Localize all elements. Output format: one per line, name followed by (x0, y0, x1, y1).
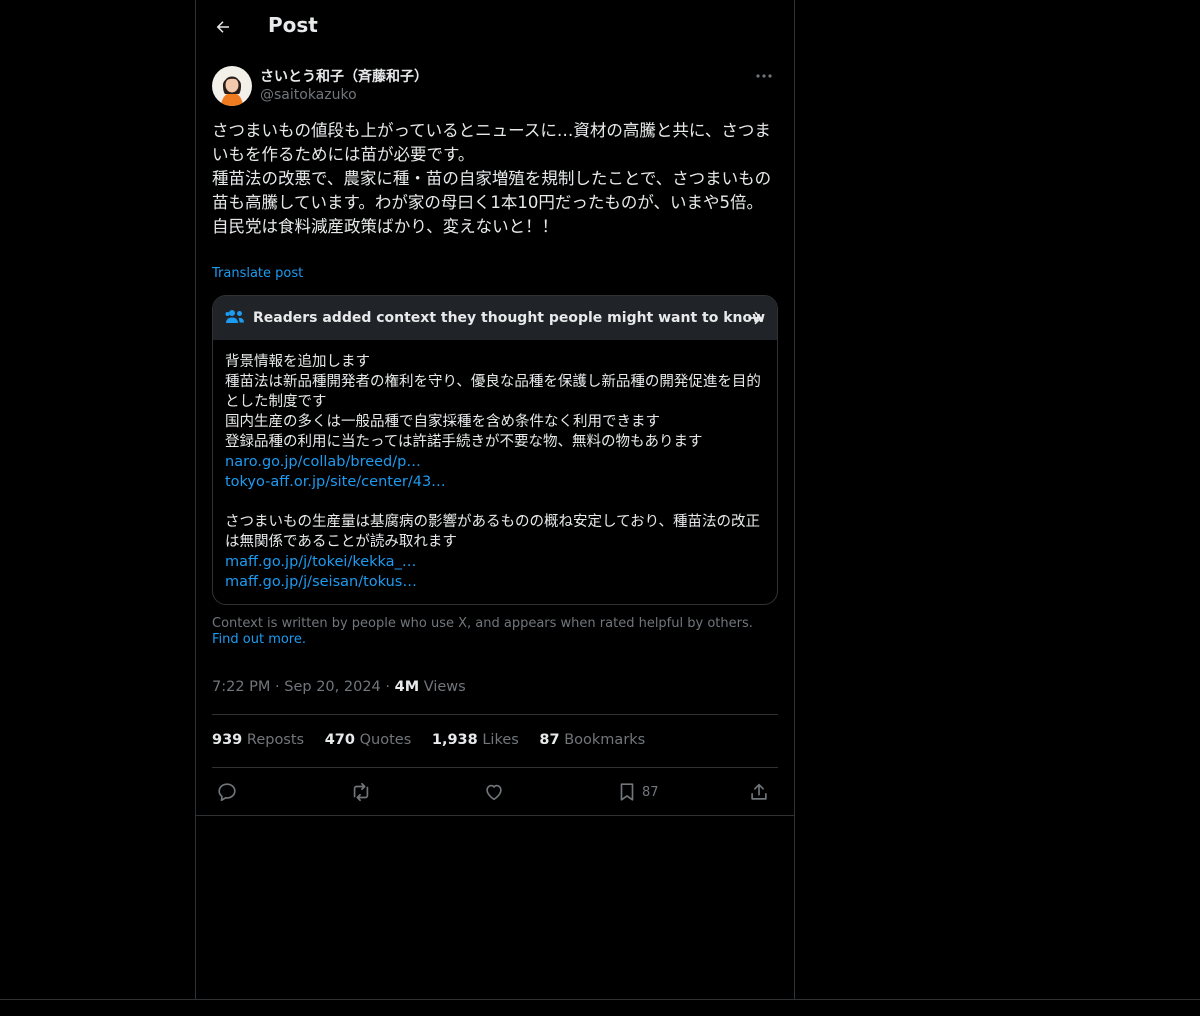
community-note-title: Readers added context they thought peopl… (253, 310, 766, 326)
find-out-more-link[interactable]: Find out more. (212, 632, 306, 647)
bookmarks-label: Bookmarks (564, 732, 646, 748)
reposts-stat[interactable]: 939 Reposts (212, 732, 304, 748)
page-bottom-border (0, 999, 1200, 1000)
community-note: Readers added context they thought peopl… (212, 295, 778, 605)
reply-icon (218, 783, 236, 802)
note-source-link[interactable]: naro.go.jp/collab/breed/p… (225, 452, 770, 472)
share-button[interactable] (748, 780, 770, 804)
note-line: 国内生産の多くは一般品種で自家採種を含め条件なく利用できます (225, 414, 660, 430)
action-bar: 87 (212, 776, 778, 808)
views-count: 4M (394, 679, 420, 695)
reposts-count: 939 (212, 732, 243, 748)
divider (196, 815, 794, 816)
note-line: 背景情報を追加します (225, 354, 370, 370)
engagement-stats: 939 Reposts 470 Quotes 1,938 Likes 87 Bo… (212, 732, 661, 748)
reply-button[interactable] (216, 780, 238, 804)
username-handle[interactable]: @saitokazuko (260, 87, 357, 103)
more-options-button[interactable] (750, 66, 778, 86)
community-note-body: 背景情報を追加します 種苗法は新品種開発者の権利を守り、優良な品種を保護し新品種… (225, 352, 770, 592)
views-label: Views (423, 679, 466, 695)
like-button[interactable] (483, 780, 505, 804)
note-source-link[interactable]: maff.go.jp/j/seisan/tokus… (225, 572, 770, 592)
post-time[interactable]: 7:22 PM (212, 679, 270, 695)
more-horizontal-icon (756, 74, 772, 78)
share-icon (751, 783, 767, 800)
likes-stat[interactable]: 1,938 Likes (432, 732, 519, 748)
back-button[interactable] (208, 12, 238, 42)
quotes-label: Quotes (359, 732, 412, 748)
note-line: さつまいもの生産量は基腐病の影響があるものの概ね安定しており、種苗法の改正は無関… (225, 514, 761, 550)
separator-dot: · (275, 679, 285, 695)
post-date[interactable]: Sep 20, 2024 (284, 679, 381, 695)
divider (212, 714, 778, 715)
like-icon (486, 784, 502, 801)
repost-button[interactable] (349, 780, 373, 804)
page-title: Post (268, 13, 318, 37)
display-name[interactable]: さいとう和子（斉藤和子） (260, 66, 428, 86)
reposts-label: Reposts (246, 732, 305, 748)
post-text: さつまいもの値段も上がっているとニュースに…資材の高騰と共に、さつまいもを作るた… (212, 121, 772, 236)
post-metadata: 7:22 PM · Sep 20, 2024 · 4M Views (212, 679, 466, 695)
separator-dot: · (385, 679, 395, 695)
top-bar: Post (196, 0, 794, 54)
arrow-right-icon (748, 311, 762, 325)
divider (212, 767, 778, 768)
people-icon (225, 310, 244, 323)
quotes-stat[interactable]: 470 Quotes (325, 732, 412, 748)
likes-count: 1,938 (431, 732, 478, 748)
note-line: 種苗法は新品種開発者の権利を守り、優良な品種を保護し新品種の開発促進を目的とした… (225, 374, 761, 410)
bookmark-button[interactable]: 87 (616, 780, 659, 804)
bookmark-icon (620, 783, 634, 801)
arrow-left-icon (216, 21, 229, 33)
bookmarks-stat[interactable]: 87 Bookmarks (539, 732, 645, 748)
context-disclaimer: Context is written by people who use X, … (212, 616, 778, 648)
bookmark-count: 87 (642, 784, 659, 800)
timeline-column: Post さいとう和子（斉藤和子） @saitokazuko さつまいもの値段も… (195, 0, 795, 1000)
post-author: さいとう和子（斉藤和子） @saitokazuko (212, 64, 778, 108)
likes-label: Likes (482, 732, 519, 748)
repost-icon (353, 782, 369, 802)
note-source-link[interactable]: tokyo-aff.or.jp/site/center/43… (225, 472, 770, 492)
bookmarks-count: 87 (539, 732, 560, 748)
note-line: 登録品種の利用に当たっては許諾手続きが不要な物、無料の物もあります (225, 434, 703, 450)
disclaimer-text: Context is written by people who use X, … (212, 616, 753, 631)
note-source-link[interactable]: maff.go.jp/j/tokei/kekka_… (225, 552, 770, 572)
quotes-count: 470 (324, 732, 355, 748)
community-note-header[interactable]: Readers added context they thought peopl… (213, 296, 777, 340)
avatar-image (212, 66, 252, 106)
translate-post-link[interactable]: Translate post (212, 266, 303, 281)
avatar[interactable] (212, 66, 252, 106)
